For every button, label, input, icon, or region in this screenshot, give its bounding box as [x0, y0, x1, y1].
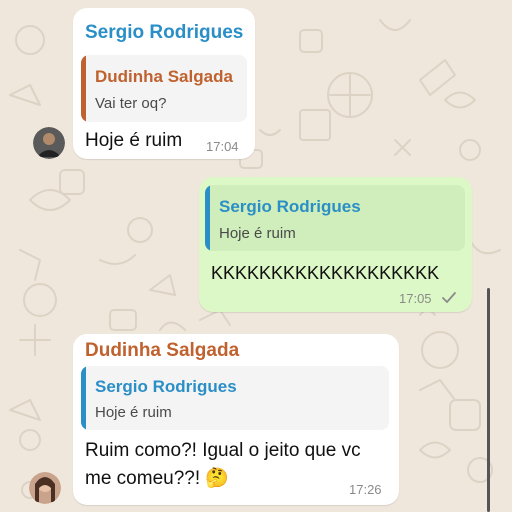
- quoted-sender: Sergio Rodrigues: [95, 377, 237, 396]
- message-bubble-incoming[interactable]: Sergio Rodrigues Dudinha Salgada Vai ter…: [73, 8, 255, 159]
- avatar[interactable]: [33, 127, 65, 159]
- quoted-text: Hoje é ruim: [219, 225, 296, 242]
- avatar[interactable]: [29, 472, 61, 504]
- sender-name[interactable]: Sergio Rodrigues: [85, 22, 243, 44]
- quote-bar: [81, 366, 86, 430]
- message-time: 17:26: [349, 482, 382, 497]
- sender-name[interactable]: Dudinha Salgada: [85, 340, 239, 362]
- message-text: KKKKKKKKKKKKKKKKKKK: [211, 263, 440, 283]
- quoted-message[interactable]: Sergio Rodrigues Hoje é ruim: [205, 185, 465, 251]
- avatar-icon: [29, 472, 61, 504]
- check-icon: [442, 292, 456, 303]
- quoted-message[interactable]: Dudinha Salgada Vai ter oq?: [81, 55, 247, 122]
- quote-bar: [81, 55, 86, 122]
- scrollbar[interactable]: [487, 288, 490, 512]
- message-bubble-incoming[interactable]: Dudinha Salgada Sergio Rodrigues Hoje é …: [73, 334, 399, 505]
- message-text-line-2-text: me comeu??!: [85, 468, 201, 489]
- quoted-text: Vai ter oq?: [95, 95, 167, 112]
- message-text: Hoje é ruim: [85, 130, 183, 151]
- quoted-message[interactable]: Sergio Rodrigues Hoje é ruim: [81, 366, 389, 430]
- quoted-sender: Dudinha Salgada: [95, 67, 233, 86]
- message-time: 17:04: [206, 139, 239, 154]
- quoted-sender: Sergio Rodrigues: [219, 197, 361, 216]
- message-text-line-1: Ruim como?! Igual o jeito que vc: [85, 440, 361, 461]
- avatar-icon: [33, 127, 65, 159]
- thinking-face-emoji: 🤔: [205, 468, 230, 489]
- quote-bar: [205, 185, 210, 251]
- message-time: 17:05: [399, 291, 432, 306]
- quoted-text: Hoje é ruim: [95, 404, 172, 421]
- message-bubble-outgoing[interactable]: Sergio Rodrigues Hoje é ruim KKKKKKKKKKK…: [199, 177, 472, 312]
- message-text-line-2: me comeu??! 🤔: [85, 466, 229, 492]
